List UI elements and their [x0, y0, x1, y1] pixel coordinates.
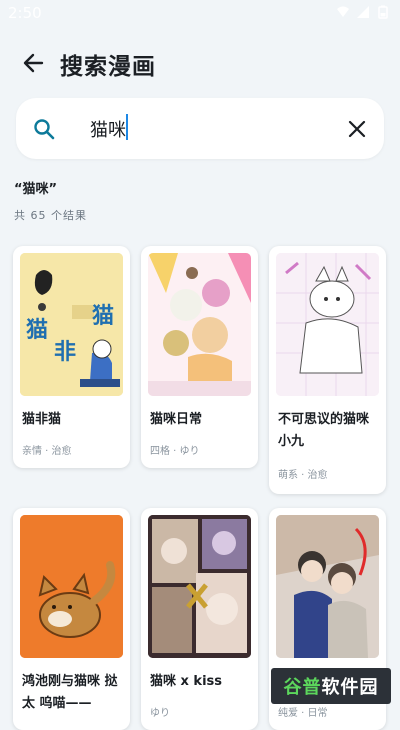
watermark-part1: 谷普 [283, 677, 322, 698]
cover-art [276, 515, 379, 658]
close-icon [348, 120, 366, 138]
comic-title: 不可思议的猫咪 小九 [278, 412, 370, 449]
comic-title: 猫咪日常 [150, 412, 203, 427]
comic-card[interactable]: 不可思议的猫咪 小九 萌系 · 治愈 [269, 246, 386, 494]
comic-card[interactable]: 猫咪日常 四格 · ゆり [141, 246, 258, 468]
page-title: 搜索漫画 [60, 54, 156, 80]
cover-art [148, 515, 251, 658]
comic-title: 猫非猫 [22, 412, 62, 427]
status-icons [336, 5, 390, 19]
comic-tags: 亲情 · 治愈 [22, 446, 72, 457]
comic-title: 猫咪 x kiss [150, 674, 223, 689]
top-app-bar: 搜索漫画 [0, 36, 400, 90]
text-cursor [126, 114, 128, 140]
comic-tags: ゆり [150, 708, 170, 719]
comic-tags: 四格 · ゆり [150, 446, 200, 457]
comic-card[interactable]: 鸿池刚与猫咪 挞太 呜喵—— [13, 508, 130, 730]
cover-title-char: 猫 [92, 304, 114, 329]
search-icon [34, 119, 55, 140]
arrow-left-icon [23, 53, 44, 73]
battery-icon [378, 5, 388, 19]
status-bar: 2:50 [0, 0, 400, 28]
comic-cover [148, 253, 251, 396]
search-query-label: “猫咪” [14, 182, 58, 197]
site-watermark: 谷普 软件园 [271, 668, 391, 704]
comic-title: 鸿池刚与猫咪 挞太 呜喵—— [22, 674, 118, 711]
comic-cover [148, 515, 251, 658]
cover-art [20, 515, 123, 658]
search-bar[interactable] [16, 98, 384, 159]
wifi-icon [337, 6, 349, 17]
signal-icon [357, 6, 369, 18]
cover-title-char: 猫 [26, 318, 48, 343]
comic-cover [20, 515, 123, 658]
comic-cover: 猫 非 猫 [20, 253, 123, 396]
back-button[interactable] [16, 46, 50, 80]
result-count: 共 65 个结果 [14, 209, 87, 222]
comic-card[interactable]: 猫 非 猫 猫非猫 亲情 · 治愈 [13, 246, 130, 468]
comic-cover [276, 515, 379, 658]
comic-card[interactable]: 猫咪 x kiss ゆり [141, 508, 258, 730]
cover-art [148, 253, 251, 396]
cover-art: 猫 非 猫 [20, 253, 123, 396]
comic-tags: 纯爱 · 日常 [278, 708, 328, 719]
comic-tags: 萌系 · 治愈 [278, 470, 328, 481]
status-time: 2:50 [8, 4, 42, 22]
cover-title-char: 非 [54, 340, 76, 365]
clear-search-button[interactable] [344, 116, 370, 142]
comic-cover [276, 253, 379, 396]
cover-art [276, 253, 379, 396]
watermark-part2: 软件园 [321, 677, 379, 698]
